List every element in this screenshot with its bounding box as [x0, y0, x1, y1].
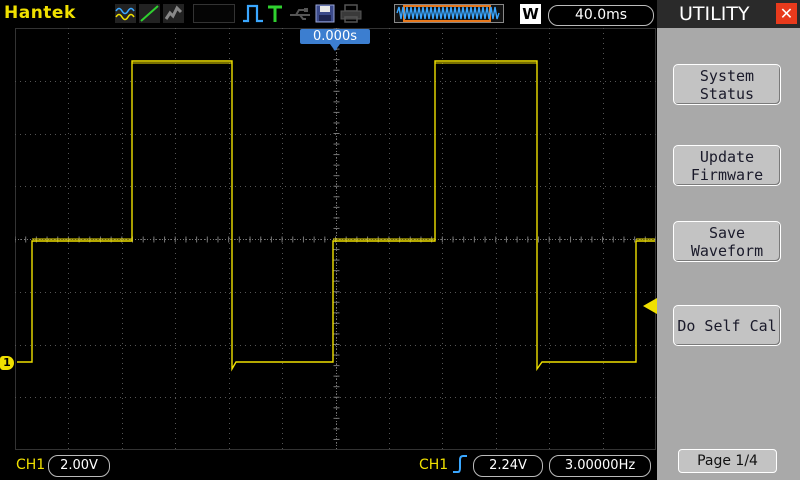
bottom-status-bar: CH1 2.00V CH1 2.24V 3.00000Hz: [0, 450, 657, 480]
print-icon[interactable]: [340, 4, 362, 23]
status-bar: Hantek W 40.0ms: [0, 0, 657, 28]
page-indicator-button[interactable]: Page 1/4: [678, 449, 777, 473]
waveform-display: [15, 28, 656, 450]
trigger-source-label: CH1: [419, 457, 449, 473]
button-line: Save: [708, 223, 746, 242]
ch1-ground-marker[interactable]: 1: [0, 356, 14, 370]
ch1-label: CH1: [16, 457, 46, 473]
rising-edge-icon: [453, 455, 467, 473]
button-line: Do Self Cal: [677, 316, 777, 335]
blank-slot-icon: [193, 4, 235, 23]
channel-marker-label: 1: [3, 356, 11, 369]
save-disk-icon[interactable]: [315, 4, 335, 23]
button-line: Status: [699, 84, 755, 103]
usb-icon: [290, 8, 310, 20]
button-line: Waveform: [690, 241, 764, 260]
waveform-mode-icon[interactable]: [115, 4, 136, 23]
timebase-readout[interactable]: 40.0ms: [548, 5, 654, 26]
update-firmware-button[interactable]: Update Firmware: [673, 145, 781, 186]
trigger-pulse-icon[interactable]: [242, 4, 264, 23]
utility-menu-panel: UTILITY ✕ System Status Update Firmware …: [657, 0, 800, 480]
window-w-icon[interactable]: W: [520, 4, 541, 24]
do-self-cal-button[interactable]: Do Self Cal: [673, 305, 781, 346]
trigger-level-marker-icon[interactable]: [643, 298, 657, 314]
ch1-scale-readout[interactable]: 2.00V: [48, 455, 110, 477]
trigger-level-readout[interactable]: 2.24V: [473, 455, 543, 477]
panel-header: UTILITY ✕: [657, 0, 800, 28]
button-line: Update: [699, 147, 755, 166]
panel-title: UTILITY: [679, 3, 750, 25]
frequency-readout: 3.00000Hz: [549, 455, 651, 477]
brand-logo: Hantek: [4, 3, 76, 23]
vector-icon[interactable]: [139, 4, 160, 23]
trigger-position-marker-icon: [330, 44, 340, 51]
trigger-t-icon: [268, 5, 282, 22]
dots-mode-icon[interactable]: [163, 4, 184, 23]
save-waveform-button[interactable]: Save Waveform: [673, 221, 781, 262]
window-label: W: [522, 5, 539, 23]
system-status-button[interactable]: System Status: [673, 64, 781, 105]
trigger-position-flag[interactable]: 0.000s: [300, 29, 370, 44]
button-line: Firmware: [690, 165, 764, 184]
button-line: System: [699, 66, 755, 85]
close-icon[interactable]: ✕: [776, 3, 797, 24]
memory-depth-icon: [394, 4, 504, 23]
